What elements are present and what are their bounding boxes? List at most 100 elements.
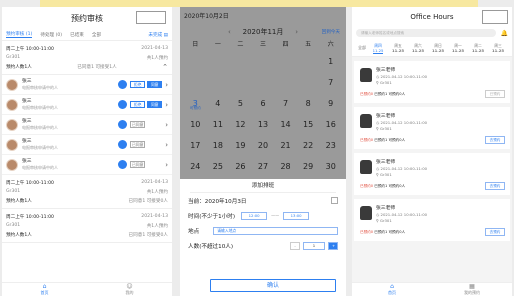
calendar-day[interactable]: 29 — [297, 156, 320, 177]
reject-button[interactable]: 已同意 — [130, 121, 146, 128]
calendar-day[interactable]: 14 — [274, 114, 297, 135]
weekday-label: 四 — [282, 41, 289, 48]
book-button[interactable]: 已预约 — [485, 90, 505, 98]
day-weekday: 周四 — [374, 42, 382, 48]
chevron-up-icon[interactable]: ⌃ — [162, 63, 168, 71]
calendar-day[interactable]: 26 — [229, 156, 252, 177]
calendar-day[interactable]: 25 — [207, 156, 230, 177]
tab-review[interactable]: 预约审核 (1) — [6, 31, 33, 38]
day-date: 11.25 — [471, 47, 484, 53]
nav-home[interactable]: ⌂ 首页 — [352, 283, 432, 296]
calendar-day[interactable]: 18 — [207, 135, 230, 156]
nav-home[interactable]: ⌂ 首页 — [2, 283, 87, 296]
reject-button[interactable]: 已同意 — [130, 141, 146, 148]
reject-button[interactable]: 已同意 — [130, 161, 146, 168]
chat-icon[interactable] — [118, 80, 128, 89]
chevron-right-icon[interactable]: › — [165, 161, 168, 169]
calendar-day[interactable]: 3 可预约 — [184, 93, 207, 114]
calendar-day[interactable]: 28 — [274, 156, 297, 177]
calendar-day[interactable]: 13 — [252, 114, 275, 135]
add-schedule-modal: 添加排班 当前：2020年10月3日 时间(不少于1小时) 12:00 —— 1… — [180, 179, 346, 296]
search-box[interactable] — [482, 10, 508, 24]
card-row: 周二上午 10:00-11:00 2021-04-13 — [6, 178, 168, 187]
calendar-day[interactable]: 1 — [319, 51, 342, 72]
calendar-day[interactable]: 17 — [184, 135, 207, 156]
calendar-day[interactable]: 12 — [229, 114, 252, 135]
place-input[interactable]: 请输入地点 — [213, 226, 338, 235]
slot-date: 2021-04-13 — [141, 214, 168, 219]
chevron-right-icon[interactable]: › — [165, 81, 168, 89]
chevron-right-icon[interactable]: › — [165, 141, 168, 149]
day-date: 11.25 — [431, 47, 444, 53]
approve-button[interactable]: 同意 — [147, 81, 163, 88]
calendar-day[interactable]: 24 — [184, 156, 207, 177]
calendar-day[interactable]: 4 — [207, 93, 230, 114]
checkbox[interactable] — [331, 197, 338, 204]
bell-icon[interactable]: 🔔 — [501, 30, 508, 37]
chevron-left-icon[interactable]: ‹ — [228, 28, 231, 36]
day-tab[interactable]: 周五 11.25 — [388, 43, 408, 53]
slot-time: 周二上午 10:00-11:00 — [6, 180, 54, 186]
nav-mine[interactable]: ☺ 我的 — [87, 283, 172, 296]
chevron-right-icon[interactable]: › — [165, 121, 168, 129]
calendar-day[interactable]: 16 — [319, 114, 342, 135]
calendar-day[interactable]: 7 — [274, 93, 297, 114]
calendar-day[interactable]: 11 — [207, 114, 230, 135]
approve-button[interactable]: 同意 — [147, 101, 163, 108]
calendar-day[interactable]: 5 — [229, 93, 252, 114]
tab-bar: 预约审核 (1) 待处理 (0) 已结束 全部 未完成 ▤ — [2, 29, 172, 41]
filter-dropdown[interactable]: 未完成 ▤ — [148, 32, 168, 38]
calendar-day[interactable]: 21 — [274, 135, 297, 156]
slot-count: 共1人预约 — [146, 223, 168, 229]
tab-all[interactable]: 全部 — [92, 32, 101, 38]
reject-button[interactable]: 拒绝 — [130, 81, 146, 88]
time-to-input[interactable]: 13:00 — [283, 211, 310, 220]
confirm-button[interactable]: 确认 — [210, 279, 336, 292]
count-input[interactable]: 1 — [303, 241, 325, 250]
calendar-day[interactable]: 22 — [297, 135, 320, 156]
chevron-right-icon[interactable]: › — [165, 101, 168, 109]
day-tab[interactable]: 周日 11.25 — [428, 43, 448, 53]
tab-pending[interactable]: 待处理 (0) — [40, 32, 62, 38]
slot-status: 已预约0 已预约1 可预约0人 — [360, 184, 405, 189]
calendar-day[interactable]: 30 — [319, 156, 342, 177]
chat-icon[interactable] — [118, 100, 128, 109]
chat-icon[interactable] — [118, 160, 128, 169]
day-tab[interactable]: 周二 11.25 — [468, 43, 488, 53]
book-button[interactable]: 去预约 — [485, 228, 505, 236]
book-button[interactable]: 去预约 — [485, 182, 505, 190]
calendar-day[interactable]: 19 — [229, 135, 252, 156]
chat-icon[interactable] — [118, 140, 128, 149]
office-card: 张三老师 ◷ 2021-04-12 10:00-11:00 ⚲ Gr301 已预约0 … — [354, 153, 510, 195]
reject-button[interactable]: 拒绝 — [130, 101, 146, 108]
slot-status: 已预约0 已预约1 可预约0人 — [360, 92, 405, 97]
day-tab[interactable]: 周三 11.25 — [488, 43, 508, 53]
calendar-day[interactable]: 27 — [252, 156, 275, 177]
calendar-day[interactable]: 10 — [184, 114, 207, 135]
book-button[interactable]: 去预约 — [485, 136, 505, 144]
applicant-row: 张三 电报审核申请中的人 已同意 › — [2, 135, 172, 155]
time-from-input[interactable]: 12:00 — [241, 211, 268, 220]
slot-time: 周二上午 10:00-11:00 — [6, 46, 54, 52]
tab-finished[interactable]: 已结束 — [70, 32, 84, 38]
chevron-right-icon[interactable]: › — [295, 28, 298, 36]
plus-button[interactable]: + — [328, 241, 338, 250]
search-box[interactable] — [136, 11, 166, 24]
today-button[interactable]: 回到今天 — [322, 29, 340, 35]
minus-button[interactable]: - — [290, 241, 300, 250]
slot-time: 周二上午 10:00-11:00 — [6, 214, 54, 220]
day-tab[interactable]: 周四 11.25 — [368, 42, 388, 54]
nav-my-appointments[interactable]: ▦ 我的预约 — [432, 283, 512, 296]
chat-icon[interactable] — [118, 120, 128, 129]
calendar-day[interactable]: 7 — [319, 72, 342, 93]
day-all[interactable]: 全部 — [356, 45, 368, 50]
calendar-day[interactable]: 6 — [252, 93, 275, 114]
calendar-day[interactable]: 20 — [252, 135, 275, 156]
search-input[interactable]: 请输入老师姓名或地点搜索 — [356, 29, 496, 37]
calendar-day[interactable]: 8 — [297, 93, 320, 114]
day-tab[interactable]: 周六 11.25 — [408, 43, 428, 53]
calendar-day[interactable]: 9 — [319, 93, 342, 114]
calendar-day[interactable]: 23 — [319, 135, 342, 156]
calendar-day[interactable]: 15 — [297, 114, 320, 135]
day-tab[interactable]: 周一 11.25 — [448, 43, 468, 53]
